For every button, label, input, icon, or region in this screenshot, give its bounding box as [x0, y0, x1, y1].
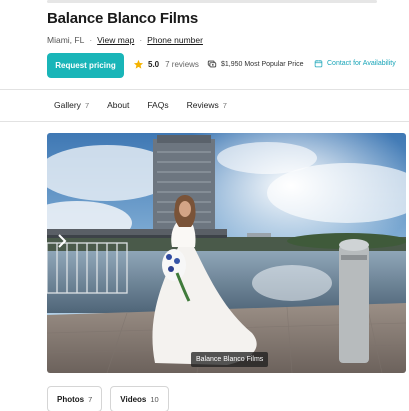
tab-label: FAQs	[147, 100, 169, 110]
tab-faqs[interactable]: FAQs	[147, 100, 168, 110]
availability-label: Contact for Availability	[327, 60, 396, 67]
pill-count: 10	[150, 394, 159, 404]
contact-availability-link[interactable]: Contact for Availability	[314, 59, 396, 68]
star-icon	[133, 59, 144, 69]
calendar-icon	[314, 60, 323, 68]
photo-caption: Balance Blanco Films	[191, 352, 269, 367]
section-tabs: Gallery 7 About FAQs Reviews 7	[54, 100, 227, 110]
tab-gallery[interactable]: Gallery 7	[54, 100, 89, 110]
vendor-title: Balance Blanco Films	[47, 10, 199, 27]
divider	[0, 121, 409, 122]
media-toggle: Photos 7 Videos 10	[47, 386, 169, 411]
rating-score: 5.0	[148, 60, 160, 69]
divider	[0, 89, 409, 90]
price-tag-icon	[207, 60, 217, 68]
videos-button[interactable]: Videos 10	[110, 386, 169, 411]
rating-summary[interactable]: 5.0 7 reviews	[133, 59, 199, 70]
separator: ·	[139, 35, 143, 45]
photos-button[interactable]: Photos 7	[47, 386, 103, 411]
pill-label: Videos	[120, 394, 147, 404]
view-map-link[interactable]: View map	[97, 35, 134, 45]
tab-count: 7	[84, 100, 90, 110]
tab-count: 7	[222, 100, 227, 110]
tab-label: Gallery	[54, 100, 81, 110]
vendor-location: Miami, FL	[47, 35, 85, 45]
pill-count: 7	[88, 394, 93, 404]
gallery-main-photo[interactable]	[47, 133, 406, 373]
review-count: 7 reviews	[165, 60, 199, 69]
pill-label: Photos	[57, 394, 85, 404]
price-info: $1,950 Most Popular Price	[207, 59, 304, 69]
tab-label: About	[107, 100, 130, 110]
price-text: $1,950 Most Popular Price	[221, 60, 304, 68]
top-scroll-edge	[47, 0, 377, 3]
tab-reviews[interactable]: Reviews 7	[187, 100, 227, 110]
phone-number-link[interactable]: Phone number	[147, 35, 203, 45]
tab-about[interactable]: About	[107, 100, 129, 110]
request-pricing-button[interactable]: Request pricing	[47, 53, 124, 78]
separator: ·	[89, 35, 93, 45]
photo-image	[47, 133, 406, 373]
tab-label: Reviews	[186, 100, 219, 110]
vendor-meta: Miami, FL · View map · Phone number	[47, 35, 203, 45]
